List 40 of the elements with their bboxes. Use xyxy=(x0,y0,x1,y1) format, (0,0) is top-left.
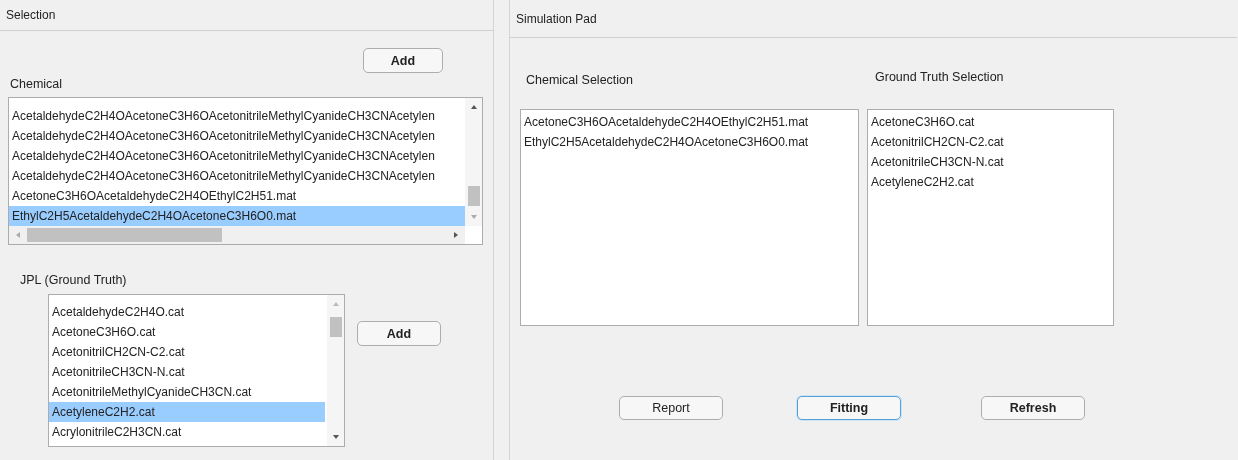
scrollbar[interactable] xyxy=(9,226,465,244)
scroll-thumb[interactable] xyxy=(467,186,480,206)
list-item[interactable]: AcetonitrileMethylCyanideCH3CN.cat xyxy=(49,382,325,402)
list-item[interactable]: AcetaldehydeC2H4OAcetoneC3H6OAcetonitrileMethylCyanideCH3CNAcetylen xyxy=(9,146,465,166)
scroll-thumb[interactable] xyxy=(27,228,222,242)
list-item[interactable]: AcetoneC3H6OAcetaldehydeC2H4OEthylC2H51.mat xyxy=(521,112,858,132)
list-item[interactable]: AcetaldehydeC2H4OAcetoneC3H6OAcetonitrileMethylCyanideCH3CNAcetylen xyxy=(9,166,465,186)
list-item[interactable]: EthylC2H5AcetaldehydeC2H4OAcetoneC3H6O0.mat xyxy=(521,132,858,152)
list-label: Chemical xyxy=(10,77,63,91)
panel-title: Simulation Pad xyxy=(510,0,1237,38)
action-button[interactable]: Report xyxy=(619,396,723,420)
list-item[interactable]: EthylC2H5AcetaldehydeC2H4OAcetoneC3H6O0.mat xyxy=(9,206,465,226)
scrollbar[interactable] xyxy=(327,295,344,446)
list-item[interactable]: AcetonitrileCH3CN-N.cat xyxy=(49,362,325,382)
list-item[interactable]: AcetyleneC2H2.cat xyxy=(868,172,1113,192)
list-item[interactable]: AcetonitrilCH2CN-C2.cat xyxy=(868,132,1113,152)
list-item[interactable]: AcetaldehydeC2H4OAcetoneC3H6OAcetonitrileMethylCyanideCH3CNAcetylen xyxy=(9,126,465,146)
list-label: Chemical Selection xyxy=(525,72,634,89)
scroll-right-icon[interactable] xyxy=(453,231,459,239)
list-item[interactable]: AcetoneC3H6OAcetaldehydeC2H4OEthylC2H51.mat xyxy=(9,186,465,206)
list-item[interactable]: AcrylonitrileC2H3CN.cat xyxy=(49,422,325,442)
list-label: JPL (Ground Truth) xyxy=(19,272,128,287)
list-item[interactable]: AcetaldehydeC2H4O.cat xyxy=(49,302,325,322)
action-button[interactable]: Fitting xyxy=(797,396,901,420)
list-item[interactable]: AcetyleneC2H2.cat xyxy=(49,402,325,422)
add-button[interactable]: Add xyxy=(363,48,443,73)
scroll-thumb[interactable] xyxy=(329,317,342,337)
action-button[interactable]: Refresh xyxy=(981,396,1085,420)
list-item[interactable]: AcetoneC3H6O.cat xyxy=(868,112,1113,132)
list-item[interactable]: AcetonitrileCH3CN-N.cat xyxy=(868,152,1113,172)
panel-title: Selection xyxy=(0,0,493,31)
scrollbar[interactable] xyxy=(465,98,482,226)
scroll-down-icon[interactable] xyxy=(331,434,340,440)
list-item[interactable]: AcetonitrilCH2CN-C2.cat xyxy=(49,342,325,362)
list-item[interactable]: AcetoneC3H6O.cat xyxy=(49,322,325,342)
add-button[interactable]: Add xyxy=(357,321,441,346)
list-item[interactable]: AcetaldehydeC2H4OAcetoneC3H6OAcetonitrileMethylCyanideCH3CNAcetylen xyxy=(9,106,465,126)
scroll-up-icon[interactable] xyxy=(469,104,478,110)
list-label: Ground Truth Selection xyxy=(874,69,1005,86)
scroll-left-icon[interactable] xyxy=(15,231,21,239)
